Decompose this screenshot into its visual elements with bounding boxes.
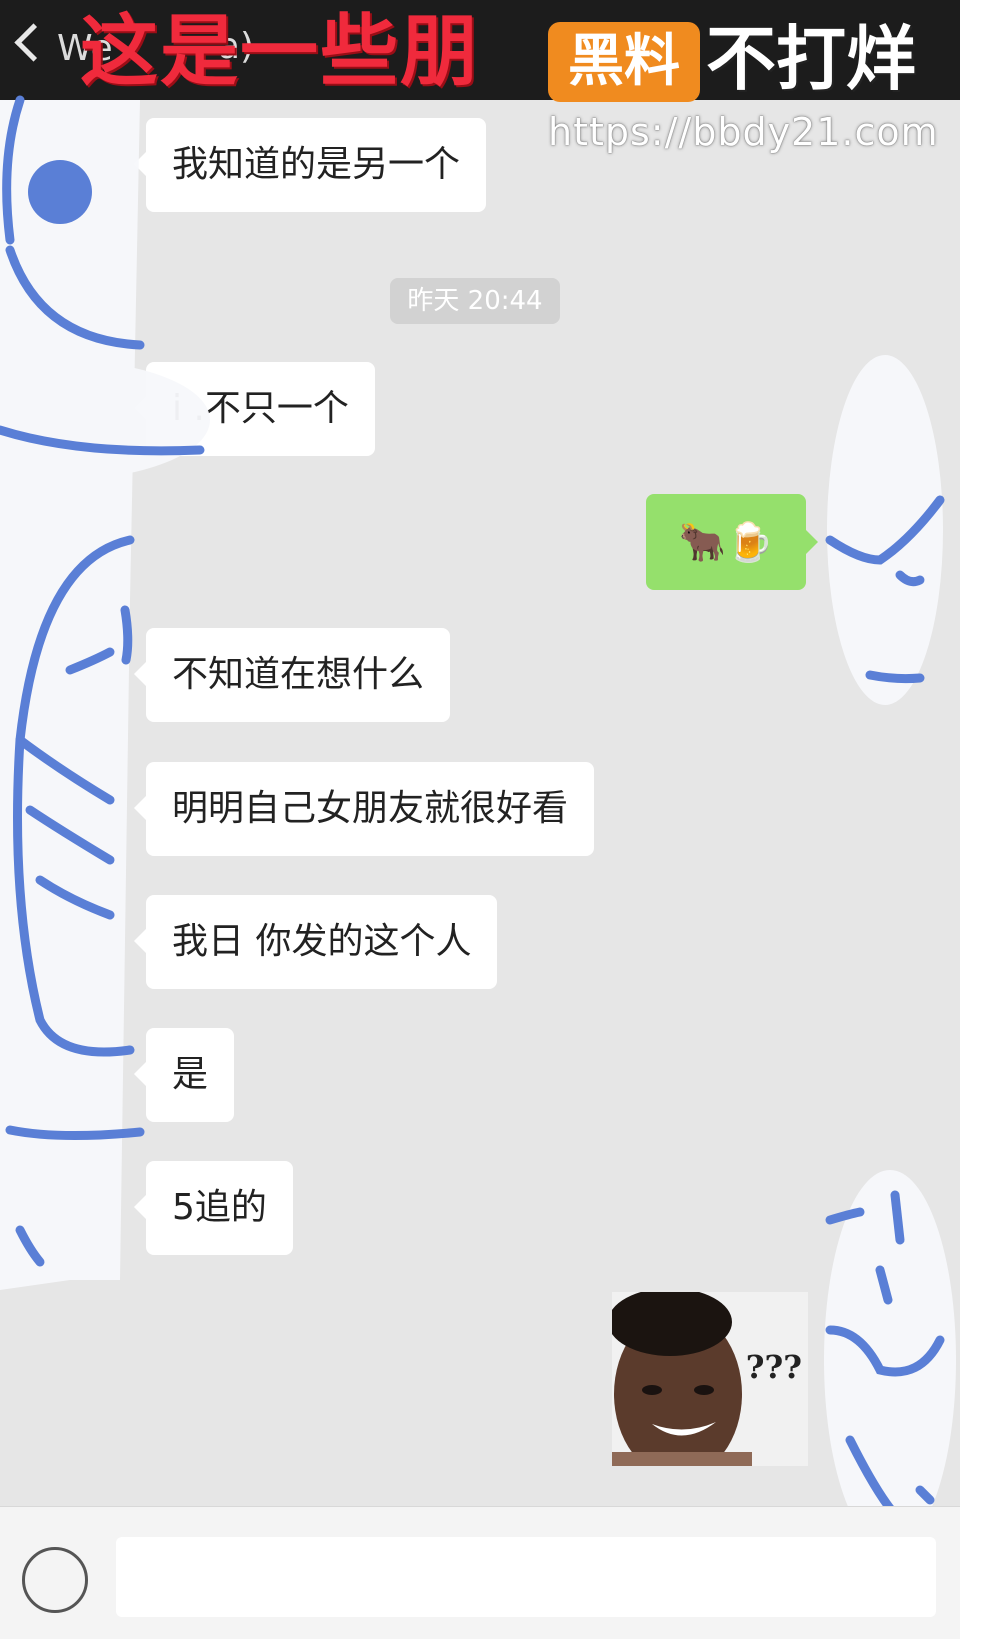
watermark-url: https://bbdy21.com bbox=[548, 110, 939, 154]
chat-input-bar bbox=[0, 1506, 960, 1639]
voice-icon[interactable] bbox=[22, 1547, 88, 1613]
chat-screen: We a) 我知道的是另一个 昨天 20:44 i .不只一个 🐂🍺 不知道在想… bbox=[0, 0, 960, 1639]
redaction-scribble bbox=[0, 95, 956, 1550]
watermark-title: 这是一些朋 bbox=[80, 7, 481, 97]
watermark-slogan: 不打烊 bbox=[706, 18, 916, 100]
watermark-badge: 黑料 bbox=[548, 22, 700, 102]
message-input[interactable] bbox=[116, 1537, 936, 1617]
